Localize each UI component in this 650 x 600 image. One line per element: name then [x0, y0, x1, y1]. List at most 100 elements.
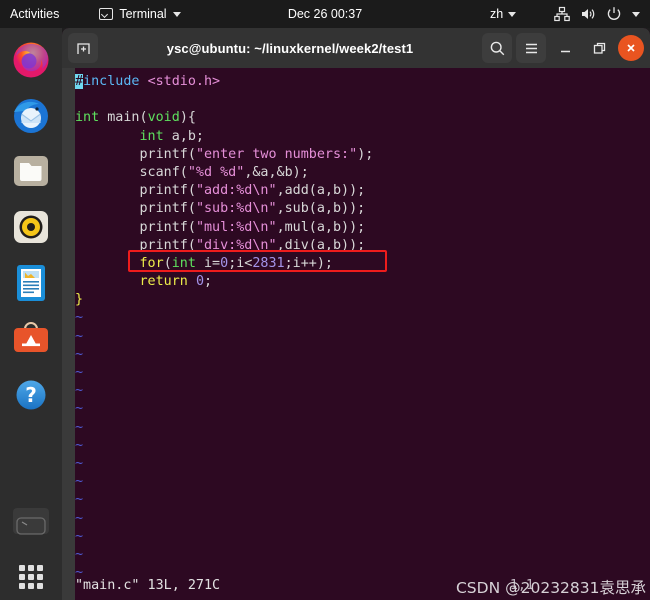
search-icon: [490, 41, 504, 55]
empty-line-marker: ~: [75, 383, 84, 399]
code-token: main(: [99, 110, 148, 126]
dock-item-trash[interactable]: [8, 498, 54, 544]
empty-line-marker: ~: [75, 401, 84, 417]
menu-button[interactable]: [516, 33, 546, 63]
dock-item-libreoffice-writer[interactable]: [8, 260, 54, 306]
code-token: ){: [179, 110, 196, 126]
code-token: 2831: [252, 255, 285, 271]
empty-line-marker: ~: [75, 419, 84, 435]
watermark: CSDN @20232831袁思承: [455, 578, 646, 597]
empty-line-marker: ~: [75, 437, 84, 453]
chevron-down-icon: [172, 11, 181, 17]
vim-editor[interactable]: #include <stdio.h> int main(void){ int a…: [62, 68, 650, 600]
code-token: <stdio.h>: [147, 74, 221, 89]
code-token: int: [75, 110, 100, 126]
power-icon: [607, 7, 621, 20]
code-line: printf("div:%d\n",div(a,b));: [75, 237, 373, 255]
chevron-down-icon: [508, 11, 517, 17]
code-token: ;: [204, 274, 213, 290]
libreoffice-writer-icon: [17, 265, 45, 301]
code-token: "add:%d\n": [195, 183, 277, 199]
thunderbird-icon: [14, 99, 48, 133]
code-token: ;i<: [228, 255, 253, 271]
desktop-screen: Activities Terminal Dec 26 00:37 zh ? ys…: [0, 0, 650, 600]
dock-item-rhythmbox[interactable]: [8, 204, 54, 250]
code-token: int: [139, 128, 164, 144]
new-tab-button[interactable]: [68, 33, 98, 63]
new-tab-icon: [76, 42, 90, 54]
editor-lines: #include <stdio.h> int main(void){ int a…: [75, 73, 373, 582]
code-token: }: [75, 292, 84, 308]
code-token: 0: [220, 255, 229, 271]
empty-line-marker: ~: [75, 528, 84, 544]
dock-item-help[interactable]: ?: [8, 372, 54, 418]
code-line: printf("sub:%d\n",sub(a,b));: [75, 200, 373, 218]
code-line: printf("mul:%d\n",mul(a,b));: [75, 219, 373, 237]
empty-line-marker: ~: [75, 310, 84, 326]
code-token: include: [83, 74, 140, 89]
app-menu-terminal[interactable]: Terminal: [99, 7, 181, 21]
empty-line-marker: ~: [75, 510, 84, 526]
window-title: ysc@ubuntu: ~/linuxkernel/week2/test1: [166, 40, 414, 56]
empty-line-marker: ~: [75, 474, 84, 490]
activities-button[interactable]: Activities: [0, 7, 69, 21]
rhythmbox-icon: [14, 211, 48, 243]
dock-item-firefox[interactable]: [8, 36, 54, 82]
language-indicator[interactable]: zh: [490, 7, 517, 21]
code-token: "sub:%d\n": [195, 201, 277, 217]
code-token: for: [139, 255, 164, 271]
code-line: scanf("%d %d",&a,&b);: [75, 164, 373, 182]
minimize-icon: [560, 50, 570, 52]
clock[interactable]: Dec 26 00:37: [0, 7, 650, 21]
empty-line-marker: ~: [75, 492, 84, 508]
code-token: "enter two numbers:": [195, 146, 358, 162]
minimize-button[interactable]: [550, 33, 580, 63]
code-token: printf(: [139, 201, 196, 217]
hamburger-menu-icon: [525, 43, 537, 53]
gnome-top-bar: Activities Terminal Dec 26 00:37 zh: [0, 0, 650, 28]
code-token: #: [75, 74, 84, 89]
code-token: ,&a,&b);: [244, 164, 309, 180]
grid-icon: [19, 565, 43, 589]
code-token: "%d %d": [187, 164, 245, 180]
chevron-down-icon[interactable]: [632, 11, 640, 17]
empty-line-marker: ~: [75, 346, 84, 362]
maximize-button[interactable]: [584, 33, 614, 63]
dock: ?: [0, 28, 62, 600]
search-button[interactable]: [482, 33, 512, 63]
code-line: for(int i=0;i<2831;i++);: [75, 255, 373, 273]
dock-item-thunderbird[interactable]: [8, 92, 54, 138]
code-line: printf("enter two numbers:");: [75, 146, 374, 164]
code-token: scanf(: [139, 164, 188, 180]
empty-line-marker: ~: [75, 328, 84, 344]
code-line: printf("add:%d\n",add(a,b));: [75, 182, 373, 200]
code-line: return 0;: [75, 273, 373, 291]
empty-line-marker: ~: [75, 455, 84, 471]
close-button[interactable]: [618, 35, 644, 61]
system-status-area[interactable]: [554, 6, 650, 22]
empty-line-marker: ~: [75, 546, 84, 562]
code-token: i=: [195, 255, 221, 271]
code-token: ;i++);: [284, 255, 333, 271]
dock-item-ubuntu-software[interactable]: [8, 316, 54, 362]
code-token: void: [147, 110, 180, 126]
code-line: int a,b;: [75, 128, 373, 146]
code-token: printf(: [139, 146, 196, 162]
code-token: ,div(a,b));: [276, 237, 366, 253]
terminal-window: ysc@ubuntu: ~/linuxkernel/week2/test1 #i…: [62, 28, 650, 600]
dock-item-show-applications[interactable]: [8, 554, 54, 600]
code-token: );: [357, 146, 374, 162]
close-icon: [627, 44, 635, 52]
code-token: return: [139, 274, 188, 290]
help-icon: ?: [16, 380, 46, 410]
terminal-titlebar: ysc@ubuntu: ~/linuxkernel/week2/test1: [62, 28, 650, 68]
dock-item-files[interactable]: [8, 148, 54, 194]
